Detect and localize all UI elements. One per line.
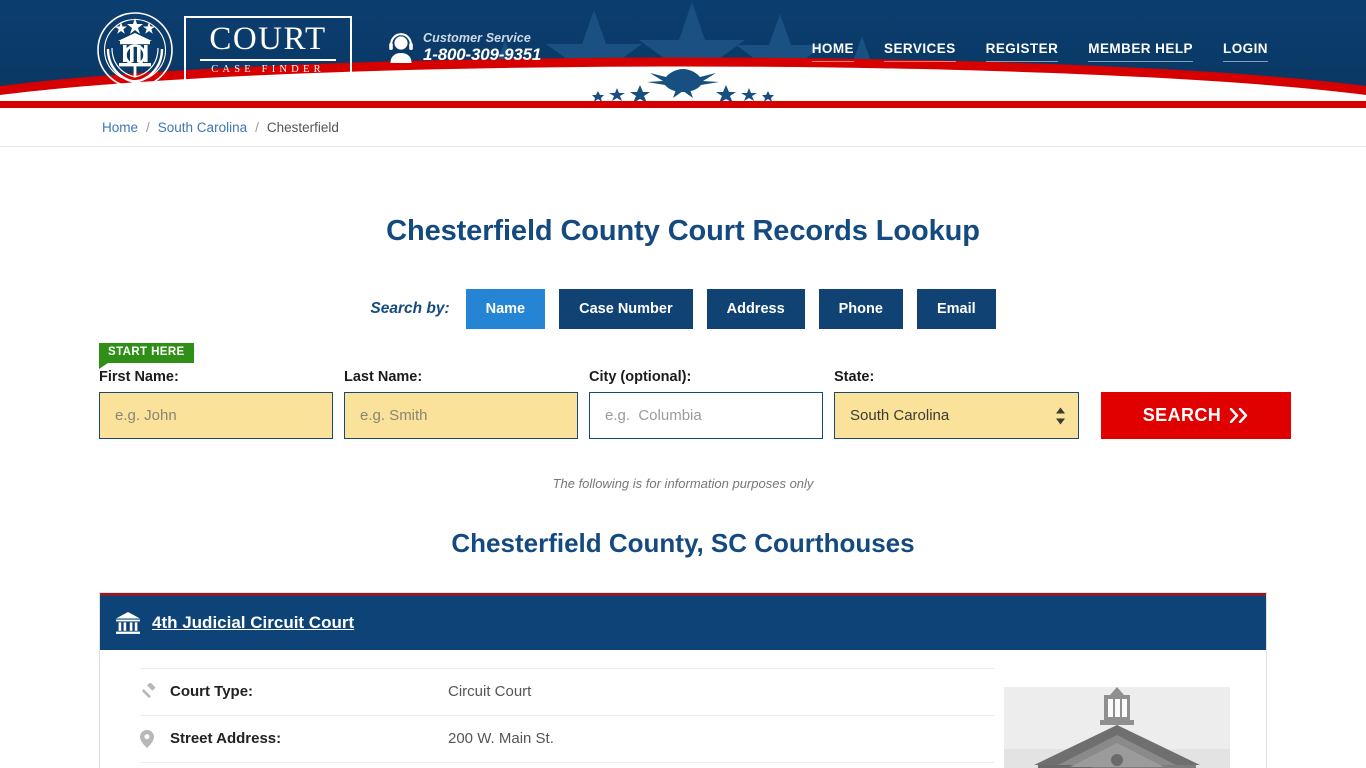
main-navigation: HOME SERVICES REGISTER MEMBER HELP LOGIN (811, 41, 1268, 62)
court-card-header: 4th Judicial Circuit Court (100, 593, 1266, 650)
city-label: City (optional): (589, 369, 692, 385)
last-name-input[interactable] (344, 392, 578, 439)
court-seal-icon (97, 12, 173, 88)
first-name-field-group: First Name: (99, 369, 333, 439)
city-input[interactable] (589, 392, 823, 439)
site-logo[interactable]: COURT CASE FINDER (96, 11, 352, 89)
customer-service-label: Customer Service (423, 31, 531, 45)
table-row: Court Type: Circuit Court (140, 668, 994, 716)
breadcrumb-separator-1: / (146, 119, 150, 135)
detail-value: 200 W. Main St. (448, 730, 554, 748)
nav-item-home[interactable]: HOME (811, 41, 855, 62)
search-button[interactable]: SEARCH (1101, 392, 1291, 439)
court-photo-column (994, 668, 1230, 768)
search-by-label: Search by: (370, 300, 450, 317)
map-pin-icon (140, 729, 170, 748)
search-by-tabs: Search by: Name Case Number Address Phon… (0, 289, 1366, 329)
state-field-group: State: South Carolina (834, 369, 1079, 439)
search-form: START HERE First Name: Last Name: City (… (0, 339, 1366, 439)
courthouse-photo (1004, 687, 1230, 768)
customer-service-phone[interactable]: 1-800-309-9351 (423, 45, 541, 65)
gavel-icon (140, 683, 170, 700)
detail-label: Street Address: (170, 730, 282, 748)
page-title: Chesterfield County Court Records Lookup (386, 215, 980, 247)
courthouse-building-icon (116, 612, 140, 634)
breadcrumb-separator-2: / (255, 119, 259, 135)
nav-item-member-help[interactable]: MEMBER HELP (1088, 41, 1193, 62)
courthouses-section-title: Chesterfield County, SC Courthouses (451, 528, 915, 558)
logo-subtitle: CASE FINDER (211, 64, 325, 76)
double-chevron-right-icon (1230, 408, 1248, 423)
search-button-label: SEARCH (1142, 405, 1222, 425)
tab-address[interactable]: Address (706, 289, 805, 329)
nav-item-services[interactable]: SERVICES (884, 41, 956, 62)
breadcrumb-state[interactable]: South Carolina (158, 120, 247, 135)
breadcrumb-current: Chesterfield (266, 119, 339, 135)
breadcrumb-home[interactable]: Home (102, 120, 138, 135)
table-row: City: Chesterfield (140, 763, 994, 768)
court-name-link[interactable]: 4th Judicial Circuit Court (152, 613, 354, 633)
state-label: State: (834, 369, 875, 385)
tab-phone[interactable]: Phone (818, 289, 903, 329)
detail-value: Circuit Court (448, 683, 532, 701)
tab-name[interactable]: Name (465, 289, 546, 329)
headset-support-icon (389, 33, 413, 63)
nav-item-register[interactable]: REGISTER (985, 41, 1059, 62)
breadcrumb: Home / South Carolina / Chesterfield (0, 108, 1366, 147)
last-name-field-group: Last Name: (344, 369, 578, 439)
tab-case-number[interactable]: Case Number (559, 289, 693, 329)
city-field-group: City (optional): (589, 369, 823, 439)
site-header: COURT CASE FINDER Customer Service 1-800… (0, 0, 1366, 101)
info-note: The following is for information purpose… (552, 476, 814, 491)
detail-label: Court Type: (170, 683, 254, 701)
logo-title: COURT (200, 23, 336, 62)
first-name-input[interactable] (99, 392, 333, 439)
court-detail-list: Court Type: Circuit Court Street Address… (122, 668, 994, 768)
state-select[interactable]: South Carolina (834, 392, 1079, 439)
start-here-badge: START HERE (99, 343, 194, 368)
nav-item-login[interactable]: LOGIN (1223, 41, 1268, 62)
header-red-rule (0, 101, 1366, 108)
court-card: 4th Judicial Circuit Court Court Type: C… (99, 592, 1267, 768)
table-row: Street Address: 200 W. Main St. (140, 716, 994, 763)
last-name-label: Last Name: (344, 369, 423, 385)
first-name-label: First Name: (99, 369, 179, 385)
customer-service-block: Customer Service 1-800-309-9351 (388, 31, 541, 65)
tab-email[interactable]: Email (916, 289, 996, 329)
